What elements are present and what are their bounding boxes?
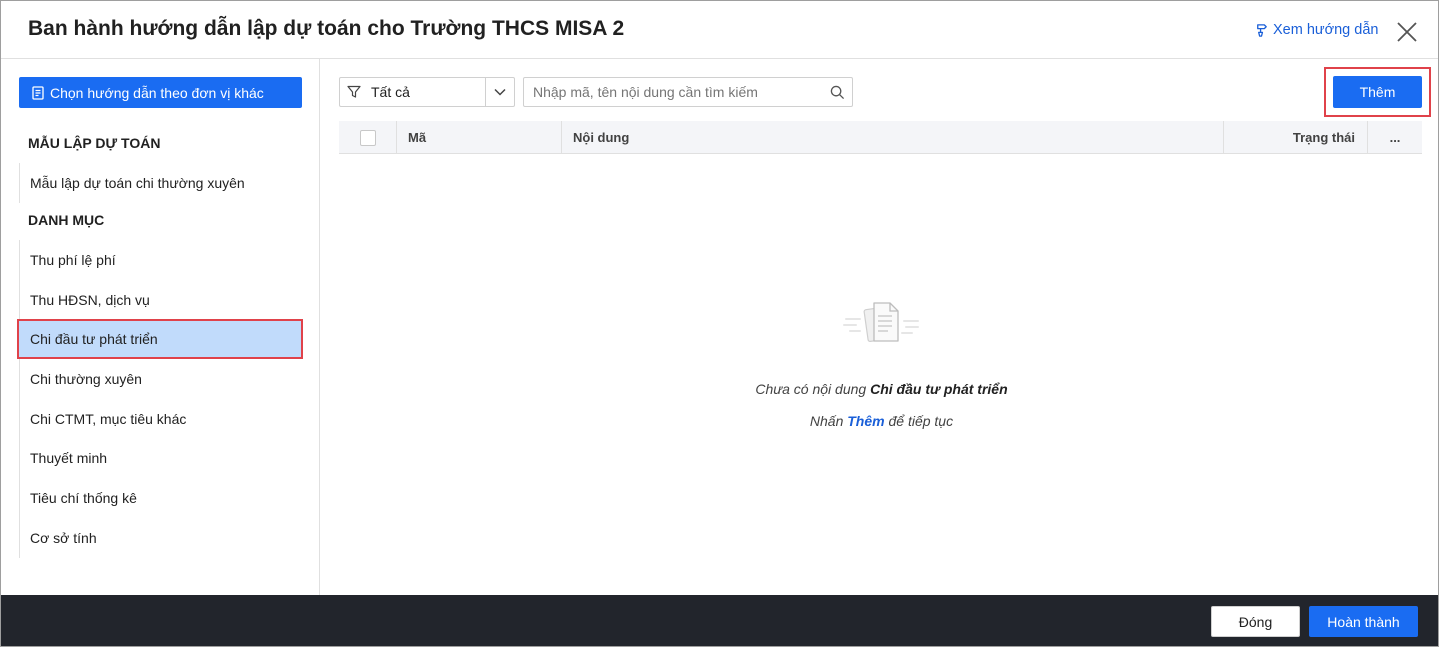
filter-dropdown-toggle[interactable]	[486, 88, 514, 96]
table-header: Mã Nội dung Trạng thái ...	[339, 121, 1422, 154]
choose-other-unit-button[interactable]: Chọn hướng dẫn theo đơn vị khác	[19, 77, 302, 108]
sidebar-item-explanation[interactable]: Thuyết minh	[20, 438, 302, 478]
column-options-button[interactable]: ...	[1368, 121, 1422, 154]
sidebar-item-target-programs[interactable]: Chi CTMT, mục tiêu khác	[20, 399, 302, 439]
chevron-down-icon	[494, 88, 506, 96]
column-header-content[interactable]: Nội dung	[562, 121, 1224, 154]
empty-state-category: Chi đầu tư phát triển	[870, 381, 1008, 397]
add-button[interactable]: Thêm	[1333, 76, 1422, 108]
dialog-footer: Đóng Hoàn thành	[1, 595, 1438, 646]
help-link[interactable]: Xem hướng dẫn	[1254, 22, 1378, 38]
dialog: Ban hành hướng dẫn lập dự toán cho Trườn…	[0, 0, 1439, 647]
choose-other-unit-label: Chọn hướng dẫn theo đơn vị khác	[50, 84, 264, 101]
finish-button[interactable]: Hoàn thành	[1309, 606, 1418, 637]
nav-group-templates: Mẫu lập dự toán chi thường xuyên	[19, 163, 302, 203]
help-link-label: Xem hướng dẫn	[1273, 22, 1379, 38]
empty-hint-prefix: Nhấn	[809, 413, 844, 429]
nav-group-catalog: Thu phí lệ phí Thu HĐSN, dịch vụ Chi đầu…	[17, 240, 303, 558]
document-icon	[32, 85, 44, 100]
empty-hint-add-link[interactable]: Thêm	[847, 413, 884, 429]
sidebar-item-recurring-expense[interactable]: Chi thường xuyên	[20, 359, 302, 399]
column-header-code[interactable]: Mã	[397, 121, 562, 154]
dialog-header: Ban hành hướng dẫn lập dự toán cho Trườn…	[1, 1, 1438, 59]
sidebar-item-fees[interactable]: Thu phí lệ phí	[20, 240, 302, 280]
search-input[interactable]	[524, 78, 814, 106]
main-panel: Tất cả Thêm Mã Nội dung Trạng thái	[321, 59, 1438, 595]
sidebar-item-calculation-basis[interactable]: Cơ sở tính	[20, 518, 302, 558]
section-title-templates: MẪU LẬP DỰ TOÁN	[28, 135, 161, 151]
sidebar-item-statistics[interactable]: Tiêu chí thống kê	[20, 478, 302, 518]
empty-state-hint: Nhấn Thêm để tiếp tục	[321, 413, 1439, 429]
filter-icon	[347, 85, 361, 98]
empty-state-message: Chưa có nội dung Chi đầu tư phát triển	[321, 381, 1439, 397]
close-icon[interactable]	[1395, 20, 1419, 44]
sidebar: Chọn hướng dẫn theo đơn vị khác MẪU LẬP …	[1, 59, 320, 595]
section-title-catalog: DANH MỤC	[28, 212, 105, 228]
close-button[interactable]: Đóng	[1211, 606, 1300, 637]
search-box	[523, 77, 853, 107]
status-filter-select[interactable]: Tất cả	[339, 77, 515, 107]
empty-documents-icon	[843, 302, 919, 342]
column-header-status[interactable]: Trạng thái	[1224, 121, 1368, 154]
select-all-cell	[339, 121, 397, 154]
select-all-checkbox[interactable]	[359, 129, 376, 146]
dialog-title: Ban hành hướng dẫn lập dự toán cho Trườn…	[28, 17, 625, 40]
empty-state-prefix: Chưa có nội dung	[755, 381, 867, 397]
help-pointer-icon	[1257, 23, 1267, 37]
empty-hint-suffix: để tiếp tục	[888, 413, 954, 429]
status-filter-value: Tất cả	[371, 84, 410, 100]
sidebar-item-development-investment[interactable]: Chi đầu tư phát triển	[17, 319, 303, 360]
sidebar-item-service-revenue[interactable]: Thu HĐSN, dịch vụ	[20, 280, 302, 320]
sidebar-item-recurring-template[interactable]: Mẫu lập dự toán chi thường xuyên	[20, 163, 302, 203]
search-icon[interactable]	[830, 85, 845, 100]
